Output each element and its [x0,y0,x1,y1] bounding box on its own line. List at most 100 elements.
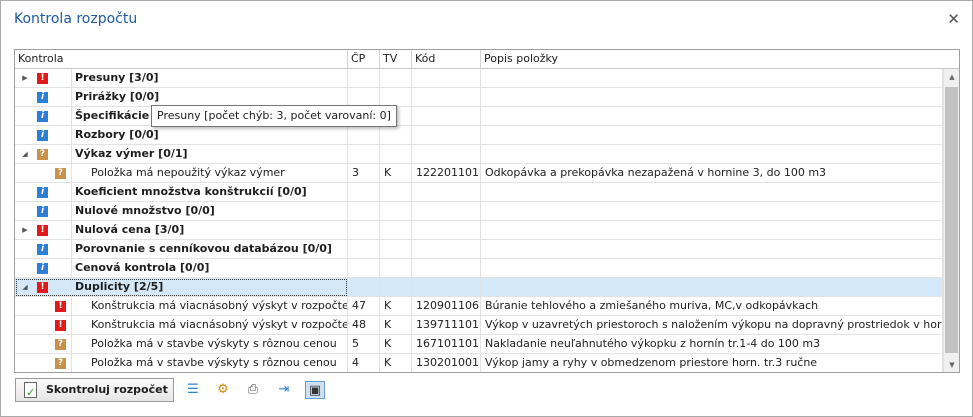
check-label: Výkaz výmer [0/1] [75,147,188,160]
print-preview-icon[interactable]: ▣ [305,381,325,399]
scroll-up-icon[interactable]: ▲ [944,69,959,85]
expand-list-icon[interactable]: ☰ [183,381,203,399]
cell-tv: K [380,297,412,316]
check-label: Konštrukcia má viacnásobný výskyt v rozp… [91,318,348,331]
window-title: Kontrola rozpočtu [14,11,138,27]
info-icon: i [37,92,48,103]
collapse-arrow-icon[interactable]: ◢ [20,145,30,163]
cell-cp [348,145,380,164]
warn-icon: ? [55,339,66,350]
col-header-kod[interactable]: Kód [412,50,481,69]
warn-icon: ? [55,358,66,369]
group-row[interactable]: i Rozbory [0/0] [15,126,943,145]
tooltip: Presuny [počet chýb: 3, počet varovaní: … [151,105,397,127]
cell-kod [412,259,481,278]
cell-tv: K [380,335,412,354]
group-row[interactable]: i Cenová kontrola [0/0] [15,259,943,278]
check-label: Cenová kontrola [0/0] [75,261,210,274]
cell-popis [481,183,943,202]
cell-kod [412,278,481,297]
cell-popis [481,202,943,221]
cell-cp: 3 [348,164,380,183]
print-icon[interactable]: ⎙ [243,381,263,399]
group-row[interactable]: i Koeficient množstva konštrukcií [0/0] [15,183,943,202]
check-label: Porovnanie s cenníkovou databázou [0/0] [75,242,332,255]
check-cell: ? Položka má v stavbe výskyty s rôznou ce… [15,335,348,354]
info-icon: i [37,130,48,141]
check-cell: ◢! Duplicity [2/5] [15,278,348,297]
table-row[interactable]: ? Položka má v stavbe výskyty s rôznou ce… [15,335,943,354]
cell-popis [481,240,943,259]
scroll-thumb[interactable] [945,87,958,353]
grid-header: Kontrola ČP TV Kód Popis položky [15,50,959,69]
group-row[interactable]: i Porovnanie s cenníkovou databázou [0/0] [15,240,943,259]
table-row[interactable]: ? Položka má nepoužitý výkaz výmer 3 K 12220… [15,164,943,183]
cell-kod: 130201001 [412,354,481,372]
close-icon[interactable]: ✕ [947,10,960,28]
check-label: Prirážky [0/0] [75,90,160,103]
cell-kod [412,69,481,88]
table-row[interactable]: ! Konštrukcia má viacnásobný výskyt v roz… [15,316,943,335]
expand-arrow-icon[interactable]: ▶ [20,221,30,239]
check-label: Položka má v stavbe výskyty s rôznou cen… [91,337,337,350]
cell-tv [380,126,412,145]
cell-kod [412,183,481,202]
cell-popis [481,145,943,164]
cell-cp [348,240,380,259]
error-icon: ! [37,225,48,236]
cell-popis [481,107,943,126]
check-cell: i Nulové množstvo [0/0] [15,202,348,221]
col-header-cp[interactable]: ČP [348,50,380,69]
check-label: Špecifikácie [ [75,109,159,122]
cell-cp [348,278,380,297]
cell-tv [380,69,412,88]
cell-kod: 120901106 [412,297,481,316]
check-cell: ? Položka má v stavbe výskyty s rôznou ce… [15,354,348,372]
cell-popis [481,69,943,88]
warn-icon: ? [55,168,66,179]
scroll-down-icon[interactable]: ▼ [944,357,959,372]
cell-tv: K [380,316,412,335]
expand-arrow-icon[interactable]: ▶ [20,69,30,87]
cell-tv [380,221,412,240]
cell-cp [348,126,380,145]
group-row[interactable]: i Nulové množstvo [0/0] [15,202,943,221]
check-cell: ▶! Nulová cena [3/0] [15,221,348,240]
cell-kod: 167101101 [412,335,481,354]
group-row[interactable]: ▶! Nulová cena [3/0] [15,221,943,240]
check-cell: i Porovnanie s cenníkovou databázou [0/0] [15,240,348,259]
cell-cp: 5 [348,335,380,354]
col-header-popis[interactable]: Popis položky [481,50,959,69]
vertical-scrollbar[interactable]: ▲ ▼ [943,69,959,372]
cell-kod [412,221,481,240]
check-label: Nulová cena [3/0] [75,223,185,236]
warn-icon: ? [37,149,48,160]
info-icon: i [37,187,48,198]
check-cell: i Koeficient množstva konštrukcií [0/0] [15,183,348,202]
cell-kod [412,240,481,259]
cell-popis [481,221,943,240]
collapse-arrow-icon[interactable]: ◢ [20,278,30,296]
table-row[interactable]: ? Položka má v stavbe výskyty s rôznou ce… [15,354,943,372]
cell-cp [348,69,380,88]
cell-kod [412,145,481,164]
info-icon: i [37,244,48,255]
check-budget-button[interactable]: Skontroluj rozpočet [15,378,174,404]
info-icon: i [37,263,48,274]
cell-tv [380,145,412,164]
settings-gear-icon[interactable]: ⚙ [213,381,233,399]
col-header-kontrola[interactable]: Kontrola [15,50,348,69]
table-row[interactable]: ! Konštrukcia má viacnásobný výskyt v roz… [15,297,943,316]
cell-kod: 139711101 [412,316,481,335]
group-row[interactable]: ▶! Presuny [3/0] [15,69,943,88]
cell-popis: Výkop jamy a ryhy v obmedzenom priestore… [481,354,943,372]
export-list-icon[interactable]: ⇥ [274,381,294,399]
cell-kod [412,126,481,145]
group-row[interactable]: ◢! Duplicity [2/5] [15,278,943,297]
col-header-tv[interactable]: TV [380,50,412,69]
group-row[interactable]: ◢? Výkaz výmer [0/1] [15,145,943,164]
cell-popis [481,259,943,278]
cell-kod: 122201101 [412,164,481,183]
cell-popis: Odkopávka a prekopávka nezapažená v horn… [481,164,943,183]
cell-popis [481,278,943,297]
